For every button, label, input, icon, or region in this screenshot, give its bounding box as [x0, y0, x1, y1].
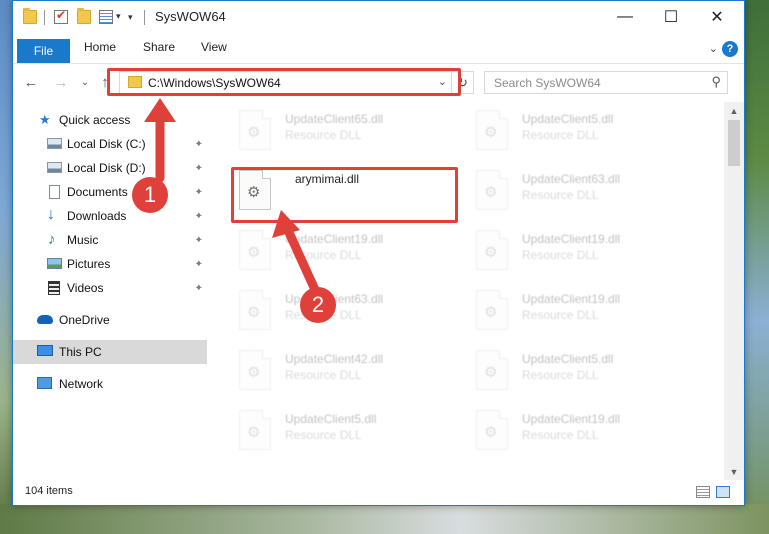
- arrow-1: [144, 98, 176, 183]
- annotation-arrows: [144, 98, 321, 297]
- step-marker-1: 1: [132, 177, 168, 213]
- step-marker-2: 2: [300, 287, 336, 323]
- arrow-2: [272, 210, 321, 297]
